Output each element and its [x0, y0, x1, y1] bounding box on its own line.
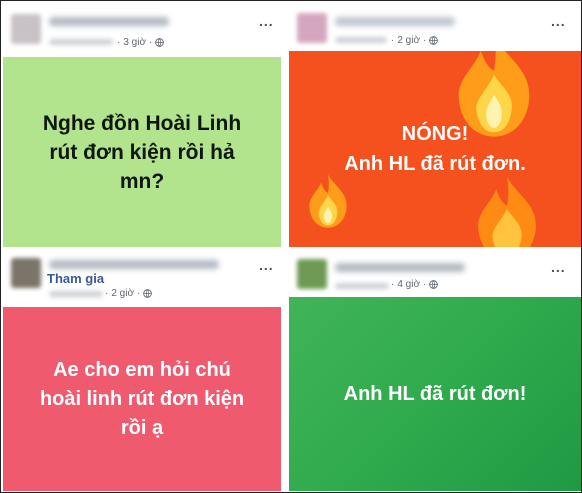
post-meta: · 2 giờ ·	[105, 288, 153, 299]
text-background-post: NÓNG! Anh HL đã rút đơn.	[289, 51, 581, 247]
post-meta: · 2 giờ ·	[391, 35, 439, 46]
globe-icon	[429, 36, 439, 45]
meta-separator: ·	[391, 279, 395, 290]
author-name-blurred[interactable]	[335, 263, 465, 272]
group-name-blurred	[335, 283, 389, 289]
post-meta: · 3 giờ ·	[117, 37, 165, 48]
post-3: Tham gia · 2 giờ · ... Ae cho em hỏi chú…	[3, 251, 281, 491]
timestamp[interactable]: 3 giờ	[123, 37, 146, 48]
post-header: · 2 giờ · ...	[289, 3, 581, 55]
globe-icon	[155, 38, 165, 47]
text-background-post: Anh HL đã rút đơn!	[289, 297, 581, 491]
meta-separator: ·	[423, 279, 427, 290]
globe-icon	[429, 280, 439, 289]
meta-separator: ·	[391, 35, 395, 46]
more-options-icon[interactable]: ...	[551, 14, 566, 28]
post-header: · 3 giờ · ...	[3, 3, 281, 55]
group-name-blurred	[335, 37, 387, 43]
meta-separator: ·	[117, 37, 121, 48]
post-header: Tham gia · 2 giờ · ...	[3, 251, 281, 303]
avatar[interactable]	[297, 259, 327, 289]
screenshot-collage: · 3 giờ · ... Nghe đồn Hoài Linh rút đơn…	[0, 0, 582, 493]
meta-separator: ·	[149, 37, 153, 48]
timestamp[interactable]: 2 giờ	[111, 288, 134, 299]
post-text: NÓNG! Anh HL đã rút đơn.	[344, 123, 526, 175]
author-name-blurred[interactable]	[49, 260, 219, 269]
fire-icon	[478, 176, 536, 247]
author-name-blurred[interactable]	[49, 17, 169, 26]
post-text: Anh HL đã rút đơn!	[343, 383, 527, 405]
more-options-icon[interactable]: ...	[259, 258, 274, 272]
timestamp[interactable]: 2 giờ	[397, 35, 420, 46]
text-background-post: Ae cho em hỏi chú hoài linh rút đơn kiện…	[3, 307, 281, 491]
group-name-blurred	[49, 39, 113, 45]
more-options-icon[interactable]: ...	[259, 14, 274, 28]
post-meta: · 4 giờ ·	[391, 279, 439, 290]
globe-icon	[143, 289, 153, 298]
avatar[interactable]	[11, 258, 41, 288]
post-text: Nghe đồn Hoài Linh rút đơn kiện rồi hả m…	[42, 111, 242, 193]
author-name-blurred[interactable]	[335, 17, 455, 26]
group-name-blurred	[49, 291, 103, 297]
post-4: · 4 giờ · ... Anh HL đã rút đơn!	[289, 251, 581, 491]
avatar[interactable]	[11, 14, 41, 44]
meta-separator: ·	[137, 288, 141, 299]
text-background-post: Nghe đồn Hoài Linh rút đơn kiện rồi hả m…	[3, 57, 281, 247]
meta-separator: ·	[105, 288, 109, 299]
meta-separator: ·	[423, 35, 427, 46]
post-2: · 2 giờ · ... NÓNG! Anh HL đã rút đơn.	[289, 3, 581, 247]
avatar[interactable]	[297, 13, 327, 43]
join-group-link[interactable]: Tham gia	[47, 271, 104, 286]
post-text: Ae cho em hỏi chú hoài linh rút đơn kiện…	[39, 358, 245, 439]
post-1: · 3 giờ · ... Nghe đồn Hoài Linh rút đơn…	[3, 3, 281, 247]
more-options-icon[interactable]: ...	[551, 260, 566, 274]
post-header: · 4 giờ · ...	[289, 251, 581, 303]
timestamp[interactable]: 4 giờ	[397, 279, 420, 290]
